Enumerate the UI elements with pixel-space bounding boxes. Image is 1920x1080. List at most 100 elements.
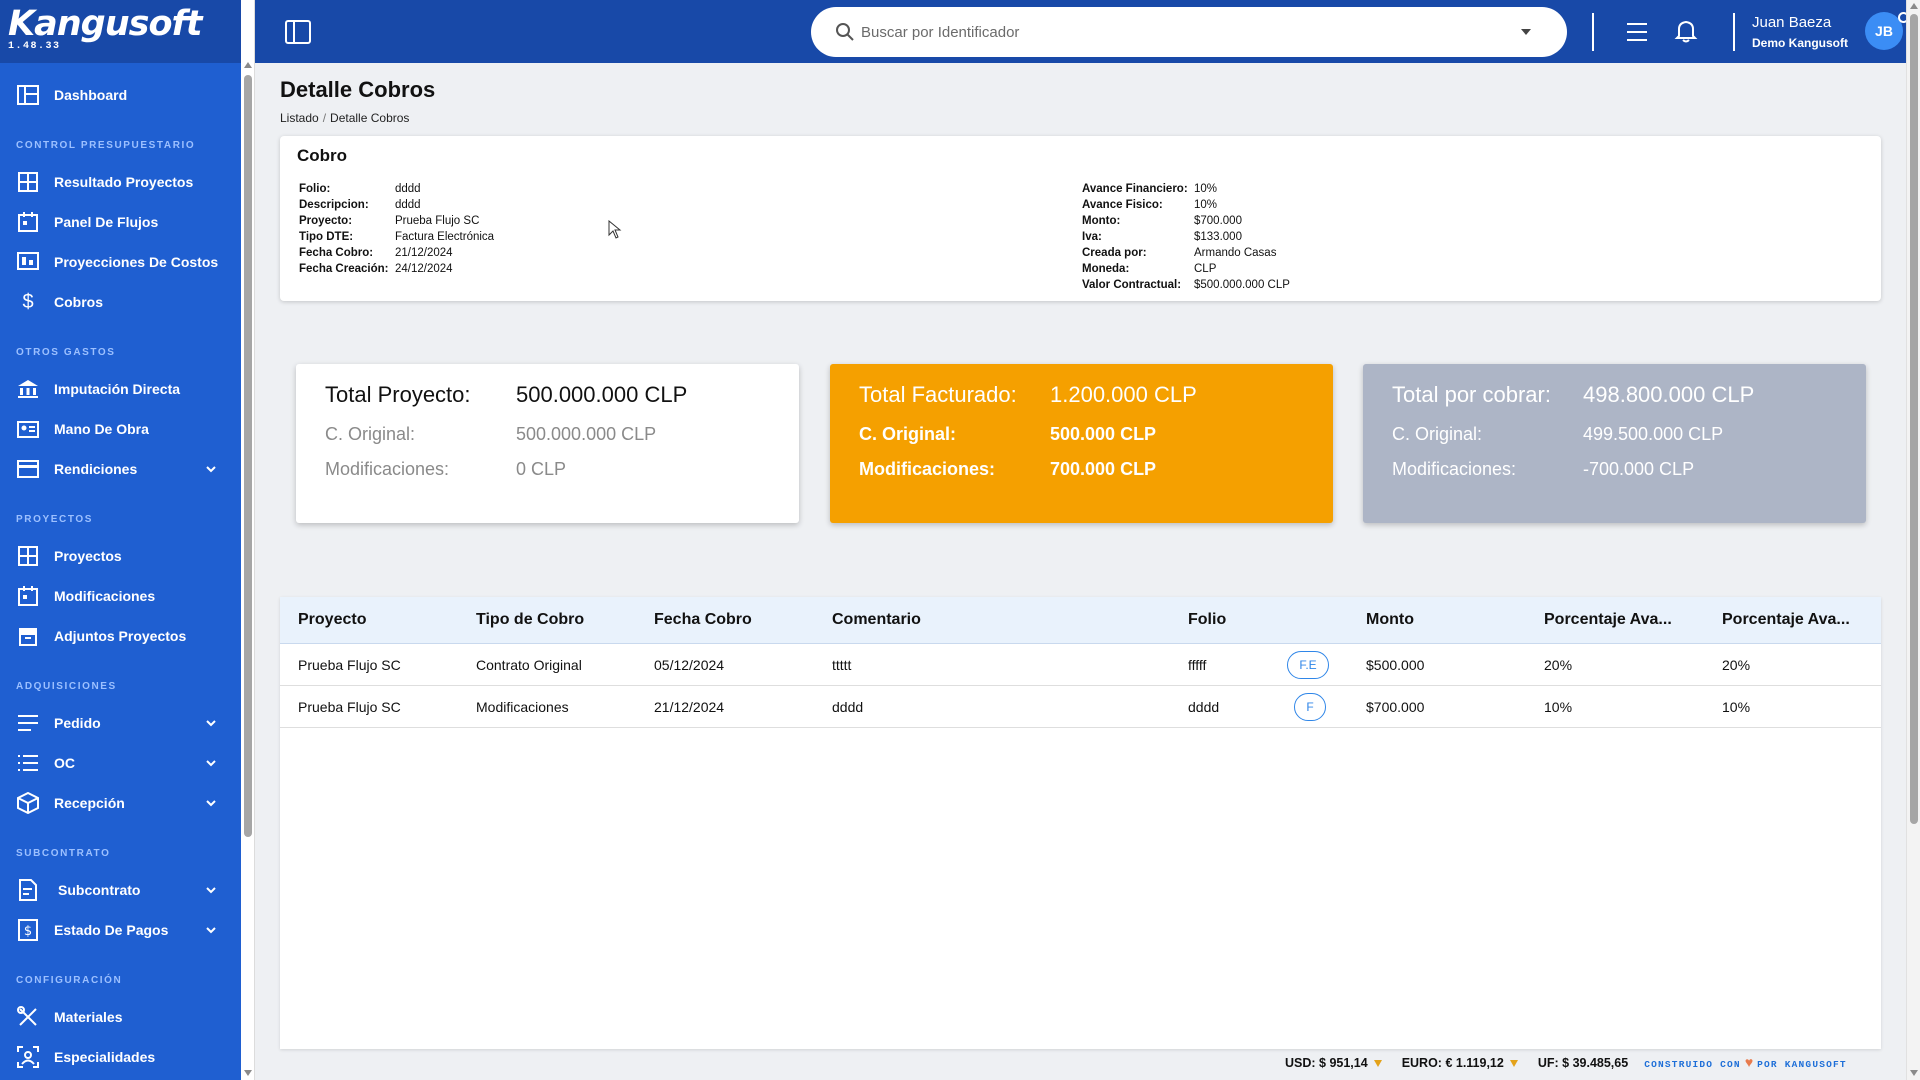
chart-box-icon bbox=[16, 250, 40, 274]
section-heading-control: CONTROL PRESUPUESTARIO bbox=[16, 140, 196, 151]
menu-icon[interactable] bbox=[1625, 20, 1649, 44]
scroll-up-arrow-icon[interactable] bbox=[244, 62, 252, 68]
sidebar-item-subcontrato[interactable]: Subcontrato bbox=[0, 870, 241, 910]
sidebar-item-label: Estado De Pagos bbox=[54, 922, 169, 938]
table-row[interactable]: Prueba Flujo SC Modificaciones 21/12/202… bbox=[280, 686, 1881, 728]
user-organization[interactable]: Demo Kangusoft bbox=[1752, 36, 1848, 50]
credit-card-icon bbox=[16, 457, 40, 481]
cell-porcentaje-1: 20% bbox=[1544, 657, 1573, 673]
sidebar-item-especialidades[interactable]: Especialidades bbox=[0, 1037, 241, 1077]
sidebar-item-label: Materiales bbox=[54, 1009, 123, 1025]
scroll-down-arrow-icon[interactable] bbox=[1910, 1070, 1918, 1076]
sidebar-item-oc[interactable]: OC bbox=[0, 743, 241, 783]
user-name[interactable]: Juan Baeza bbox=[1752, 14, 1831, 31]
sidebar-item-resultado-proyectos[interactable]: Resultado Proyectos bbox=[0, 162, 241, 202]
detail-row: Fecha Creación: 24/12/2024 bbox=[299, 261, 599, 277]
sidebar-toggle-icon[interactable] bbox=[285, 20, 311, 44]
stat-card-total-por-cobrar: Total por cobrar: 498.800.000 CLP C. Ori… bbox=[1363, 364, 1866, 523]
document-type-badge[interactable]: F bbox=[1294, 693, 1326, 721]
detail-label: Iva: bbox=[1082, 231, 1102, 243]
scrollbar-thumb[interactable] bbox=[244, 75, 252, 837]
page-title: Detalle Cobros bbox=[280, 77, 436, 102]
list-icon bbox=[16, 711, 40, 735]
table-row[interactable]: Prueba Flujo SC Contrato Original 05/12/… bbox=[280, 644, 1881, 686]
calendar-icon bbox=[16, 584, 40, 608]
sidebar-item-rendiciones[interactable]: Rendiciones bbox=[0, 449, 241, 489]
detail-label: Avance Financiero: bbox=[1082, 183, 1188, 195]
breadcrumb-listado[interactable]: Listado bbox=[280, 111, 319, 125]
heart-icon: ♥ bbox=[1744, 1054, 1754, 1070]
chevron-down-icon bbox=[206, 927, 216, 934]
stat-value: 500.000 CLP bbox=[1050, 424, 1157, 444]
breadcrumb: Listado / Detalle Cobros bbox=[280, 111, 409, 125]
detail-label: Folio: bbox=[299, 183, 331, 195]
sidebar-item-proyecciones-costos[interactable]: Proyecciones De Costos bbox=[0, 242, 241, 282]
detail-value: dddd bbox=[395, 199, 421, 211]
cell-monto: $500.000 bbox=[1366, 657, 1425, 673]
detail-row: Valor Contractual: $500.000.000 CLP bbox=[1082, 277, 1382, 293]
chevron-down-icon bbox=[206, 800, 216, 807]
column-header-folio[interactable]: Folio bbox=[1188, 611, 1226, 629]
user-scan-icon bbox=[16, 1045, 40, 1069]
sidebar-scrollbar[interactable] bbox=[241, 0, 255, 1080]
cell-comentario: dddd bbox=[832, 699, 864, 715]
detail-label: Tipo DTE: bbox=[299, 231, 354, 243]
brand-logo[interactable]: Kangusoft bbox=[8, 6, 241, 42]
column-header-proyecto[interactable]: Proyecto bbox=[298, 611, 366, 629]
detail-value: $133.000 bbox=[1194, 231, 1242, 243]
stat-value: -700.000 CLP bbox=[1583, 459, 1695, 479]
column-header-porcentaje-avance-2[interactable]: Porcentaje Ava... bbox=[1722, 611, 1850, 629]
stat-label: Modificaciones: bbox=[859, 459, 996, 479]
search-input[interactable] bbox=[861, 23, 1501, 41]
cobro-card-title: Cobro bbox=[297, 146, 348, 165]
sidebar-item-estado-pagos[interactable]: $ Estado De Pagos bbox=[0, 910, 241, 950]
search-icon bbox=[836, 23, 854, 41]
cell-porcentaje-1: 10% bbox=[1544, 699, 1573, 715]
breadcrumb-separator: / bbox=[322, 111, 327, 125]
detail-label: Descripcion: bbox=[299, 199, 369, 211]
sidebar-item-label: Recepción bbox=[54, 795, 125, 811]
detail-row: Tipo DTE: Factura Electrónica bbox=[299, 229, 599, 245]
column-header-comentario[interactable]: Comentario bbox=[832, 611, 921, 629]
sidebar-item-modificaciones[interactable]: Modificaciones bbox=[0, 576, 241, 616]
sidebar-item-label: Subcontrato bbox=[58, 882, 141, 898]
search-dropdown-caret-icon[interactable] bbox=[1521, 29, 1531, 35]
stat-total: 1.200.000 CLP bbox=[1050, 382, 1197, 407]
column-header-tipo-cobro[interactable]: Tipo de Cobro bbox=[476, 611, 584, 629]
sidebar-item-adjuntos-proyectos[interactable]: Adjuntos Proyectos bbox=[0, 616, 241, 656]
sidebar-item-dashboard[interactable]: Dashboard bbox=[0, 75, 241, 115]
dashboard-icon bbox=[16, 83, 40, 107]
column-header-fecha-cobro[interactable]: Fecha Cobro bbox=[654, 611, 752, 629]
cell-folio: dddd bbox=[1188, 699, 1220, 715]
sidebar-item-proyectos[interactable]: Proyectos bbox=[0, 536, 241, 576]
sidebar-item-pedido[interactable]: Pedido bbox=[0, 703, 241, 743]
section-heading-configuracion: CONFIGURACIÓN bbox=[16, 975, 123, 986]
sidebar-item-materiales[interactable]: Materiales bbox=[0, 997, 241, 1037]
document-type-badge[interactable]: F.E bbox=[1287, 651, 1329, 679]
sidebar-item-cobros[interactable]: $ Cobros bbox=[0, 282, 241, 322]
page-scrollbar[interactable] bbox=[1906, 0, 1920, 1080]
scroll-up-arrow-icon[interactable] bbox=[1910, 3, 1918, 9]
sidebar-item-imputacion-directa[interactable]: Imputación Directa bbox=[0, 369, 241, 409]
sidebar-item-mano-obra[interactable]: Mano De Obra bbox=[0, 409, 241, 449]
id-card-icon bbox=[16, 417, 40, 441]
detail-label: Monto: bbox=[1082, 215, 1121, 227]
sidebar-item-panel-flujos[interactable]: Panel De Flujos bbox=[0, 202, 241, 242]
cell-fecha: 05/12/2024 bbox=[654, 657, 725, 673]
document-edit-icon bbox=[16, 878, 40, 902]
chevron-down-icon bbox=[206, 466, 216, 473]
scroll-down-arrow-icon[interactable] bbox=[244, 1070, 252, 1076]
sidebar-item-recepcion[interactable]: Recepción bbox=[0, 783, 241, 823]
scrollbar-thumb[interactable] bbox=[1910, 14, 1918, 824]
brand: Kangusoft 1.48.33 bbox=[0, 0, 241, 63]
divider bbox=[1592, 13, 1594, 51]
column-header-porcentaje-avance-1[interactable]: Porcentaje Ava... bbox=[1544, 611, 1672, 629]
section-heading-proyectos: PROYECTOS bbox=[16, 514, 94, 525]
column-header-monto[interactable]: Monto bbox=[1366, 611, 1414, 629]
divider bbox=[1733, 13, 1735, 51]
sidebar-item-label: Resultado Proyectos bbox=[54, 174, 194, 190]
detail-value: 24/12/2024 bbox=[395, 263, 453, 275]
built-with-suffix[interactable]: POR KANGUSOFT bbox=[1757, 1059, 1847, 1070]
bell-icon[interactable] bbox=[1674, 18, 1698, 44]
detail-label: Valor Contractual: bbox=[1082, 279, 1182, 291]
